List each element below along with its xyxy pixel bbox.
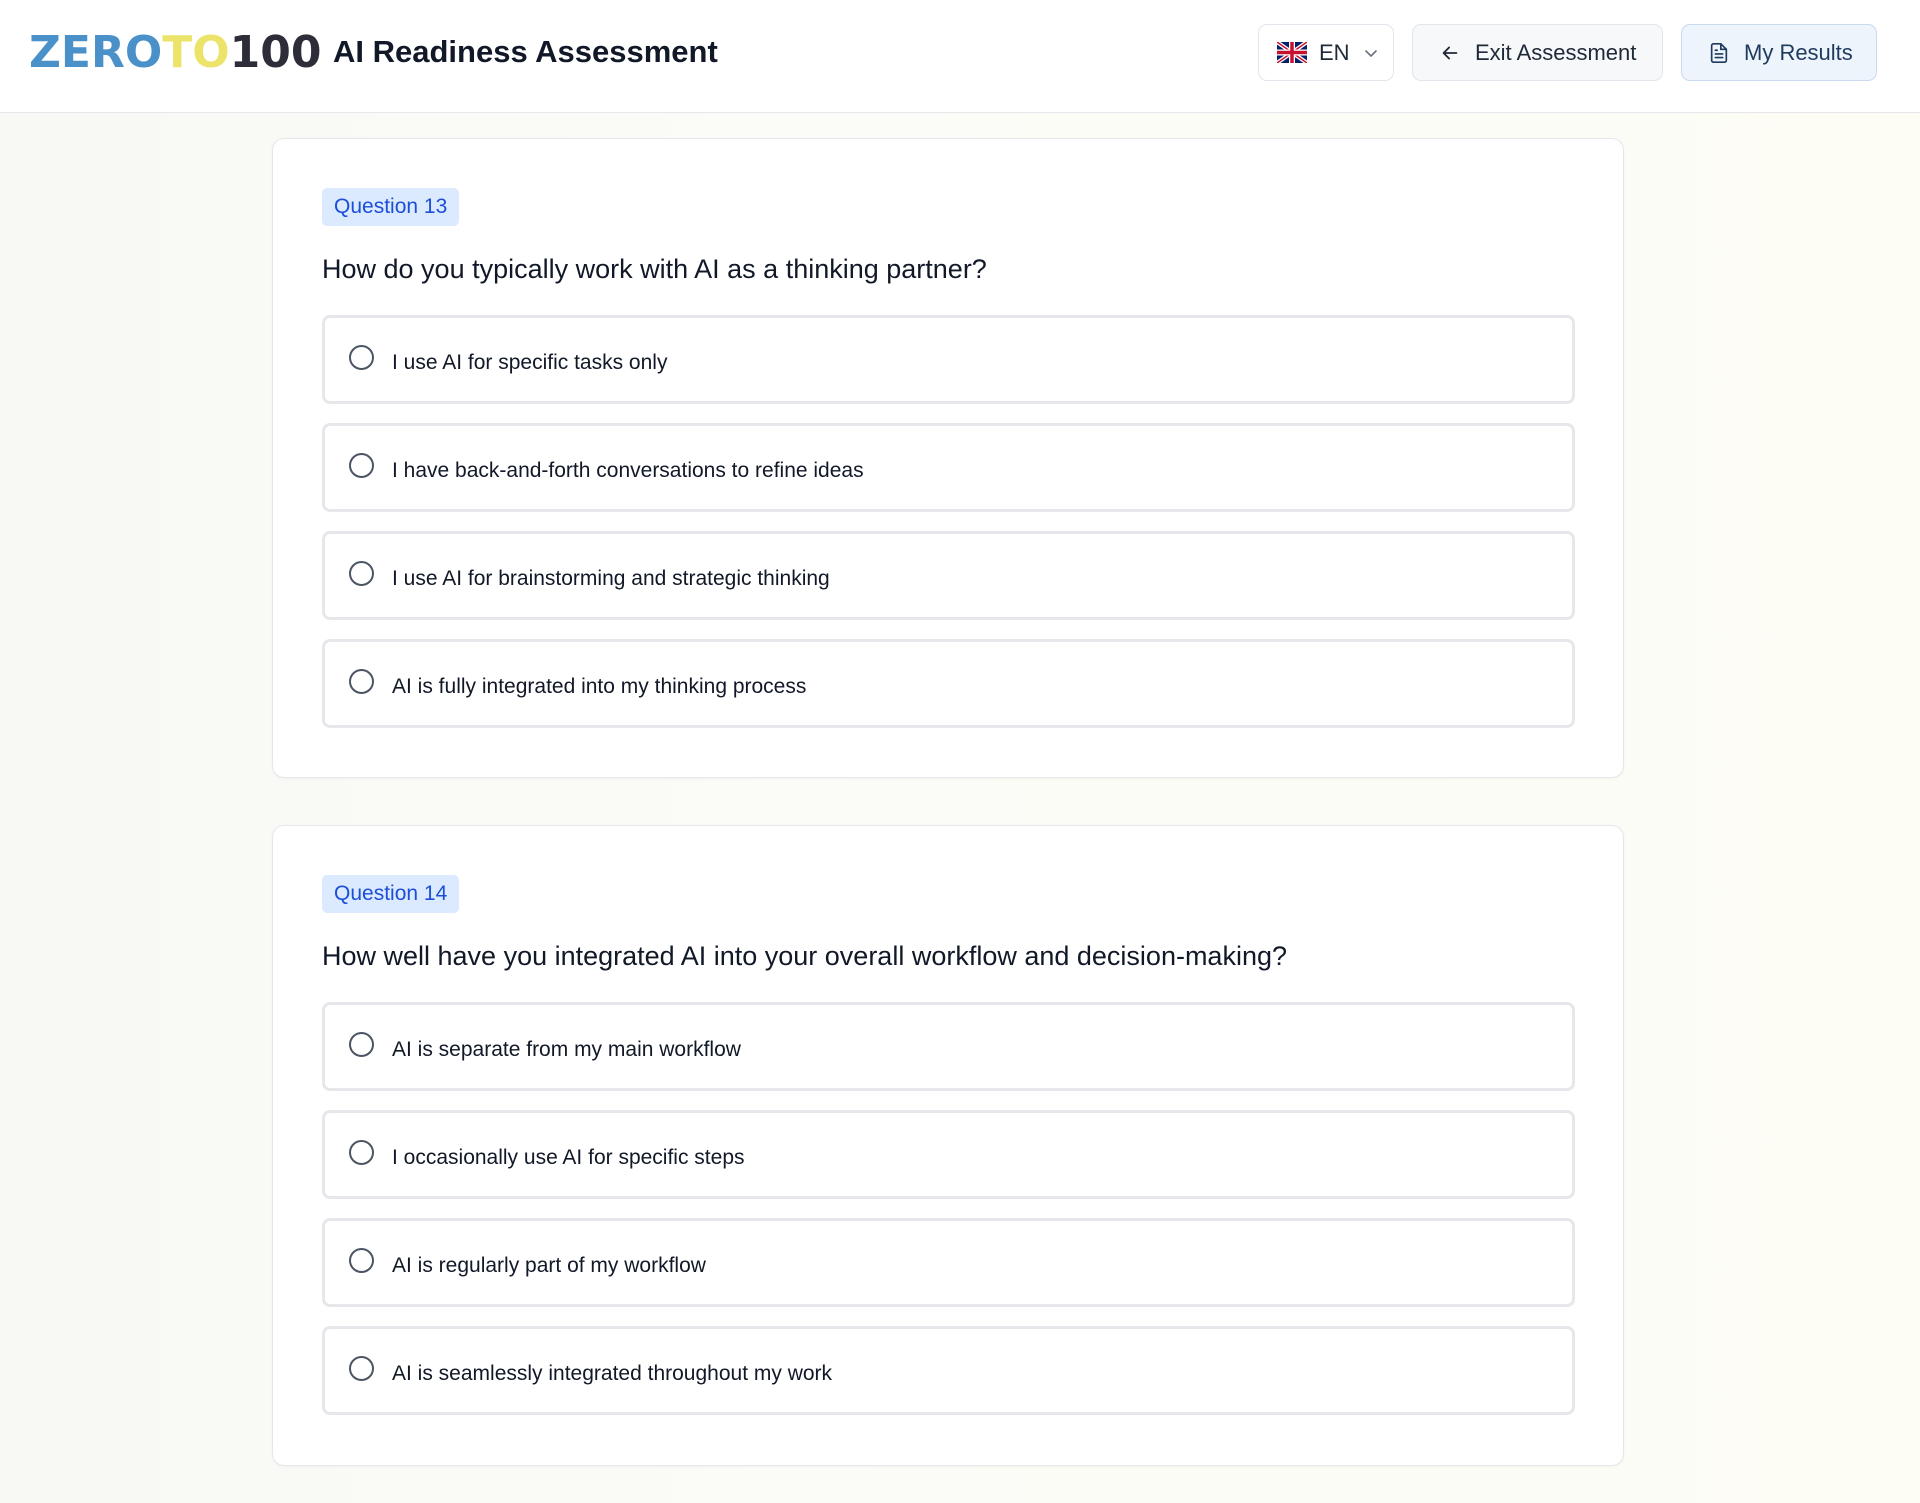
top-header: ZEROTO100 AI Readiness Assessment EN Exi… [0, 0, 1920, 113]
arrow-left-icon [1442, 46, 1458, 59]
question-text: How well have you integrated AI into you… [322, 941, 1287, 971]
answer-option-label: I have back-and-forth conversations to r… [392, 459, 864, 482]
question-card-13: Question 13 How do you typically work wi… [272, 138, 1624, 778]
question-text: How do you typically work with AI as a t… [322, 254, 987, 284]
answer-option[interactable]: I use AI for brainstorming and strategic… [322, 531, 1575, 620]
exit-assessment-button[interactable]: Exit Assessment [1412, 24, 1663, 81]
chevron-down-icon [1364, 49, 1377, 57]
answer-option-label: AI is separate from my main workflow [392, 1038, 741, 1061]
answer-option[interactable]: AI is separate from my main workflow [322, 1002, 1575, 1091]
radio-button[interactable] [349, 669, 374, 694]
document-icon [1710, 42, 1728, 63]
answer-option[interactable]: I have back-and-forth conversations to r… [322, 423, 1575, 512]
answer-option-label: AI is fully integrated into my thinking … [392, 675, 807, 698]
logo-part-zero: ZERO [29, 27, 163, 78]
logo-part-to: TO [162, 27, 230, 78]
radio-button[interactable] [349, 561, 374, 586]
answer-option-label: AI is regularly part of my workflow [392, 1254, 706, 1277]
question-number-badge: Question 14 [322, 875, 460, 913]
answer-option[interactable]: AI is fully integrated into my thinking … [322, 639, 1575, 728]
my-results-button[interactable]: My Results [1681, 24, 1877, 81]
my-results-label: My Results [1744, 39, 1853, 65]
radio-button[interactable] [349, 1032, 374, 1057]
radio-button[interactable] [349, 453, 374, 478]
uk-flag-icon [1277, 42, 1307, 63]
logo-part-100: 100 [229, 27, 322, 78]
zeroto100-logo[interactable]: ZEROTO100 [29, 28, 322, 78]
answer-option-label: I occasionally use AI for specific steps [392, 1146, 745, 1169]
answer-option-label: I use AI for specific tasks only [392, 351, 668, 374]
radio-button[interactable] [349, 1140, 374, 1165]
language-code: EN [1319, 39, 1350, 65]
language-selector[interactable]: EN [1258, 24, 1394, 81]
radio-button[interactable] [349, 1356, 374, 1381]
answer-option[interactable]: AI is seamlessly integrated throughout m… [322, 1326, 1575, 1415]
question-number-badge: Question 13 [322, 188, 460, 226]
radio-button[interactable] [349, 345, 374, 370]
answer-option[interactable]: I use AI for specific tasks only [322, 315, 1575, 404]
radio-button[interactable] [349, 1248, 374, 1273]
answer-option[interactable]: AI is regularly part of my workflow [322, 1218, 1575, 1307]
answer-option-label: I use AI for brainstorming and strategic… [392, 567, 830, 590]
question-card-14: Question 14 How well have you integrated… [272, 825, 1624, 1466]
page-title: AI Readiness Assessment [333, 34, 718, 69]
answer-option[interactable]: I occasionally use AI for specific steps [322, 1110, 1575, 1199]
answer-option-label: AI is seamlessly integrated throughout m… [392, 1362, 833, 1385]
exit-assessment-label: Exit Assessment [1475, 39, 1637, 65]
